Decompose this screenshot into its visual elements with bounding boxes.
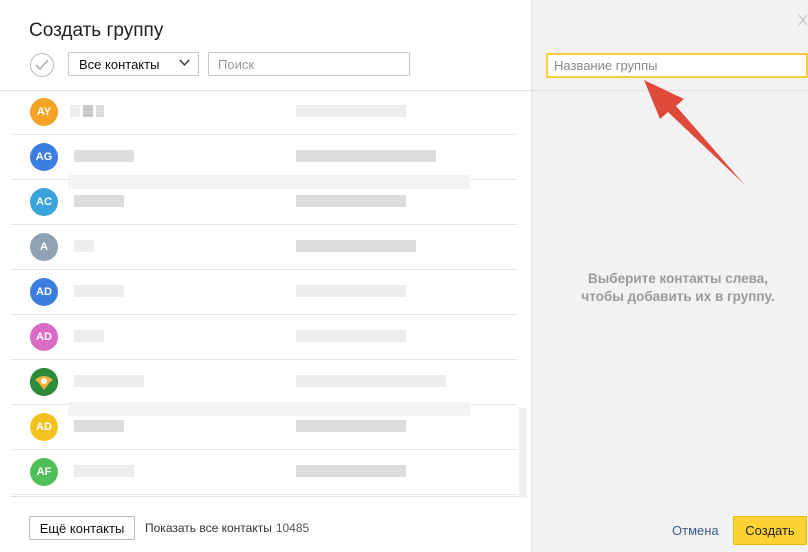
contact-email-redacted (296, 330, 409, 342)
redaction-band (68, 175, 470, 189)
avatar: AY (30, 98, 58, 126)
filter-label: Все контакты (79, 57, 160, 72)
contacts-count: 10485 (275, 521, 310, 535)
scrollbar[interactable] (519, 408, 527, 498)
contact-name-redacted (70, 105, 107, 117)
contact-name-redacted (74, 240, 97, 252)
check-icon (35, 59, 49, 71)
contact-email-redacted (296, 465, 409, 477)
contact-email-redacted (296, 195, 409, 207)
contact-row[interactable]: AF (0, 450, 518, 495)
avatar: AG (30, 143, 58, 171)
photo-avatar-icon (30, 368, 58, 396)
contact-email-redacted (296, 375, 449, 387)
contact-name-redacted (74, 420, 127, 432)
avatar: AC (30, 188, 58, 216)
select-all-checkbox[interactable] (30, 53, 54, 77)
divider (10, 496, 518, 497)
contact-name-redacted (74, 150, 137, 162)
avatar: AD (30, 323, 58, 351)
dialog-title: Создать группу (29, 20, 164, 41)
contacts-filter-select[interactable]: Все контакты (68, 52, 199, 76)
contact-name-redacted (74, 465, 137, 477)
avatar: AD (30, 413, 58, 441)
contact-email-redacted (296, 150, 439, 162)
group-pane: Выберите контакты слева, чтобы добавить … (531, 0, 808, 552)
contact-row[interactable]: A (0, 225, 518, 270)
avatar: AD (30, 278, 58, 306)
cancel-link[interactable]: Отмена (672, 523, 719, 538)
show-all-label: Показать все контакты (145, 521, 272, 535)
avatar: AF (30, 458, 58, 486)
close-icon[interactable] (798, 14, 808, 26)
contacts-pane: Создать группу Все контакты AYAGACAADADA… (0, 0, 531, 552)
contact-row[interactable] (0, 360, 518, 405)
contact-name-redacted (74, 330, 107, 342)
contact-row[interactable]: AG (0, 135, 518, 180)
row-divider (10, 494, 518, 495)
create-button[interactable]: Создать (733, 516, 807, 545)
contact-row[interactable]: AD (0, 315, 518, 360)
show-all-contacts: Показать все контакты 10485 (145, 521, 309, 535)
contact-email-redacted (296, 285, 409, 297)
empty-hint: Выберите контакты слева, чтобы добавить … (581, 271, 775, 304)
search-input[interactable] (208, 52, 410, 76)
divider (532, 90, 808, 91)
contact-email-redacted (296, 240, 419, 252)
contact-email-redacted (296, 105, 409, 117)
chevron-down-icon (179, 59, 190, 67)
contact-list: AY AG AC A AD AD AD AF (0, 91, 518, 496)
avatar: A (30, 233, 58, 261)
contact-name-redacted (74, 195, 127, 207)
create-group-dialog: Создать группу Все контакты AYAGACAADADA… (0, 0, 808, 552)
contact-row[interactable]: AD (0, 270, 518, 315)
redaction-band (68, 402, 470, 416)
contact-email-redacted (296, 420, 409, 432)
contact-name-redacted (74, 375, 147, 387)
contact-row[interactable]: AY (0, 91, 518, 135)
contact-name-redacted (74, 285, 127, 297)
more-contacts-button[interactable]: Ещё контакты (29, 516, 135, 540)
group-name-input[interactable] (546, 53, 808, 78)
